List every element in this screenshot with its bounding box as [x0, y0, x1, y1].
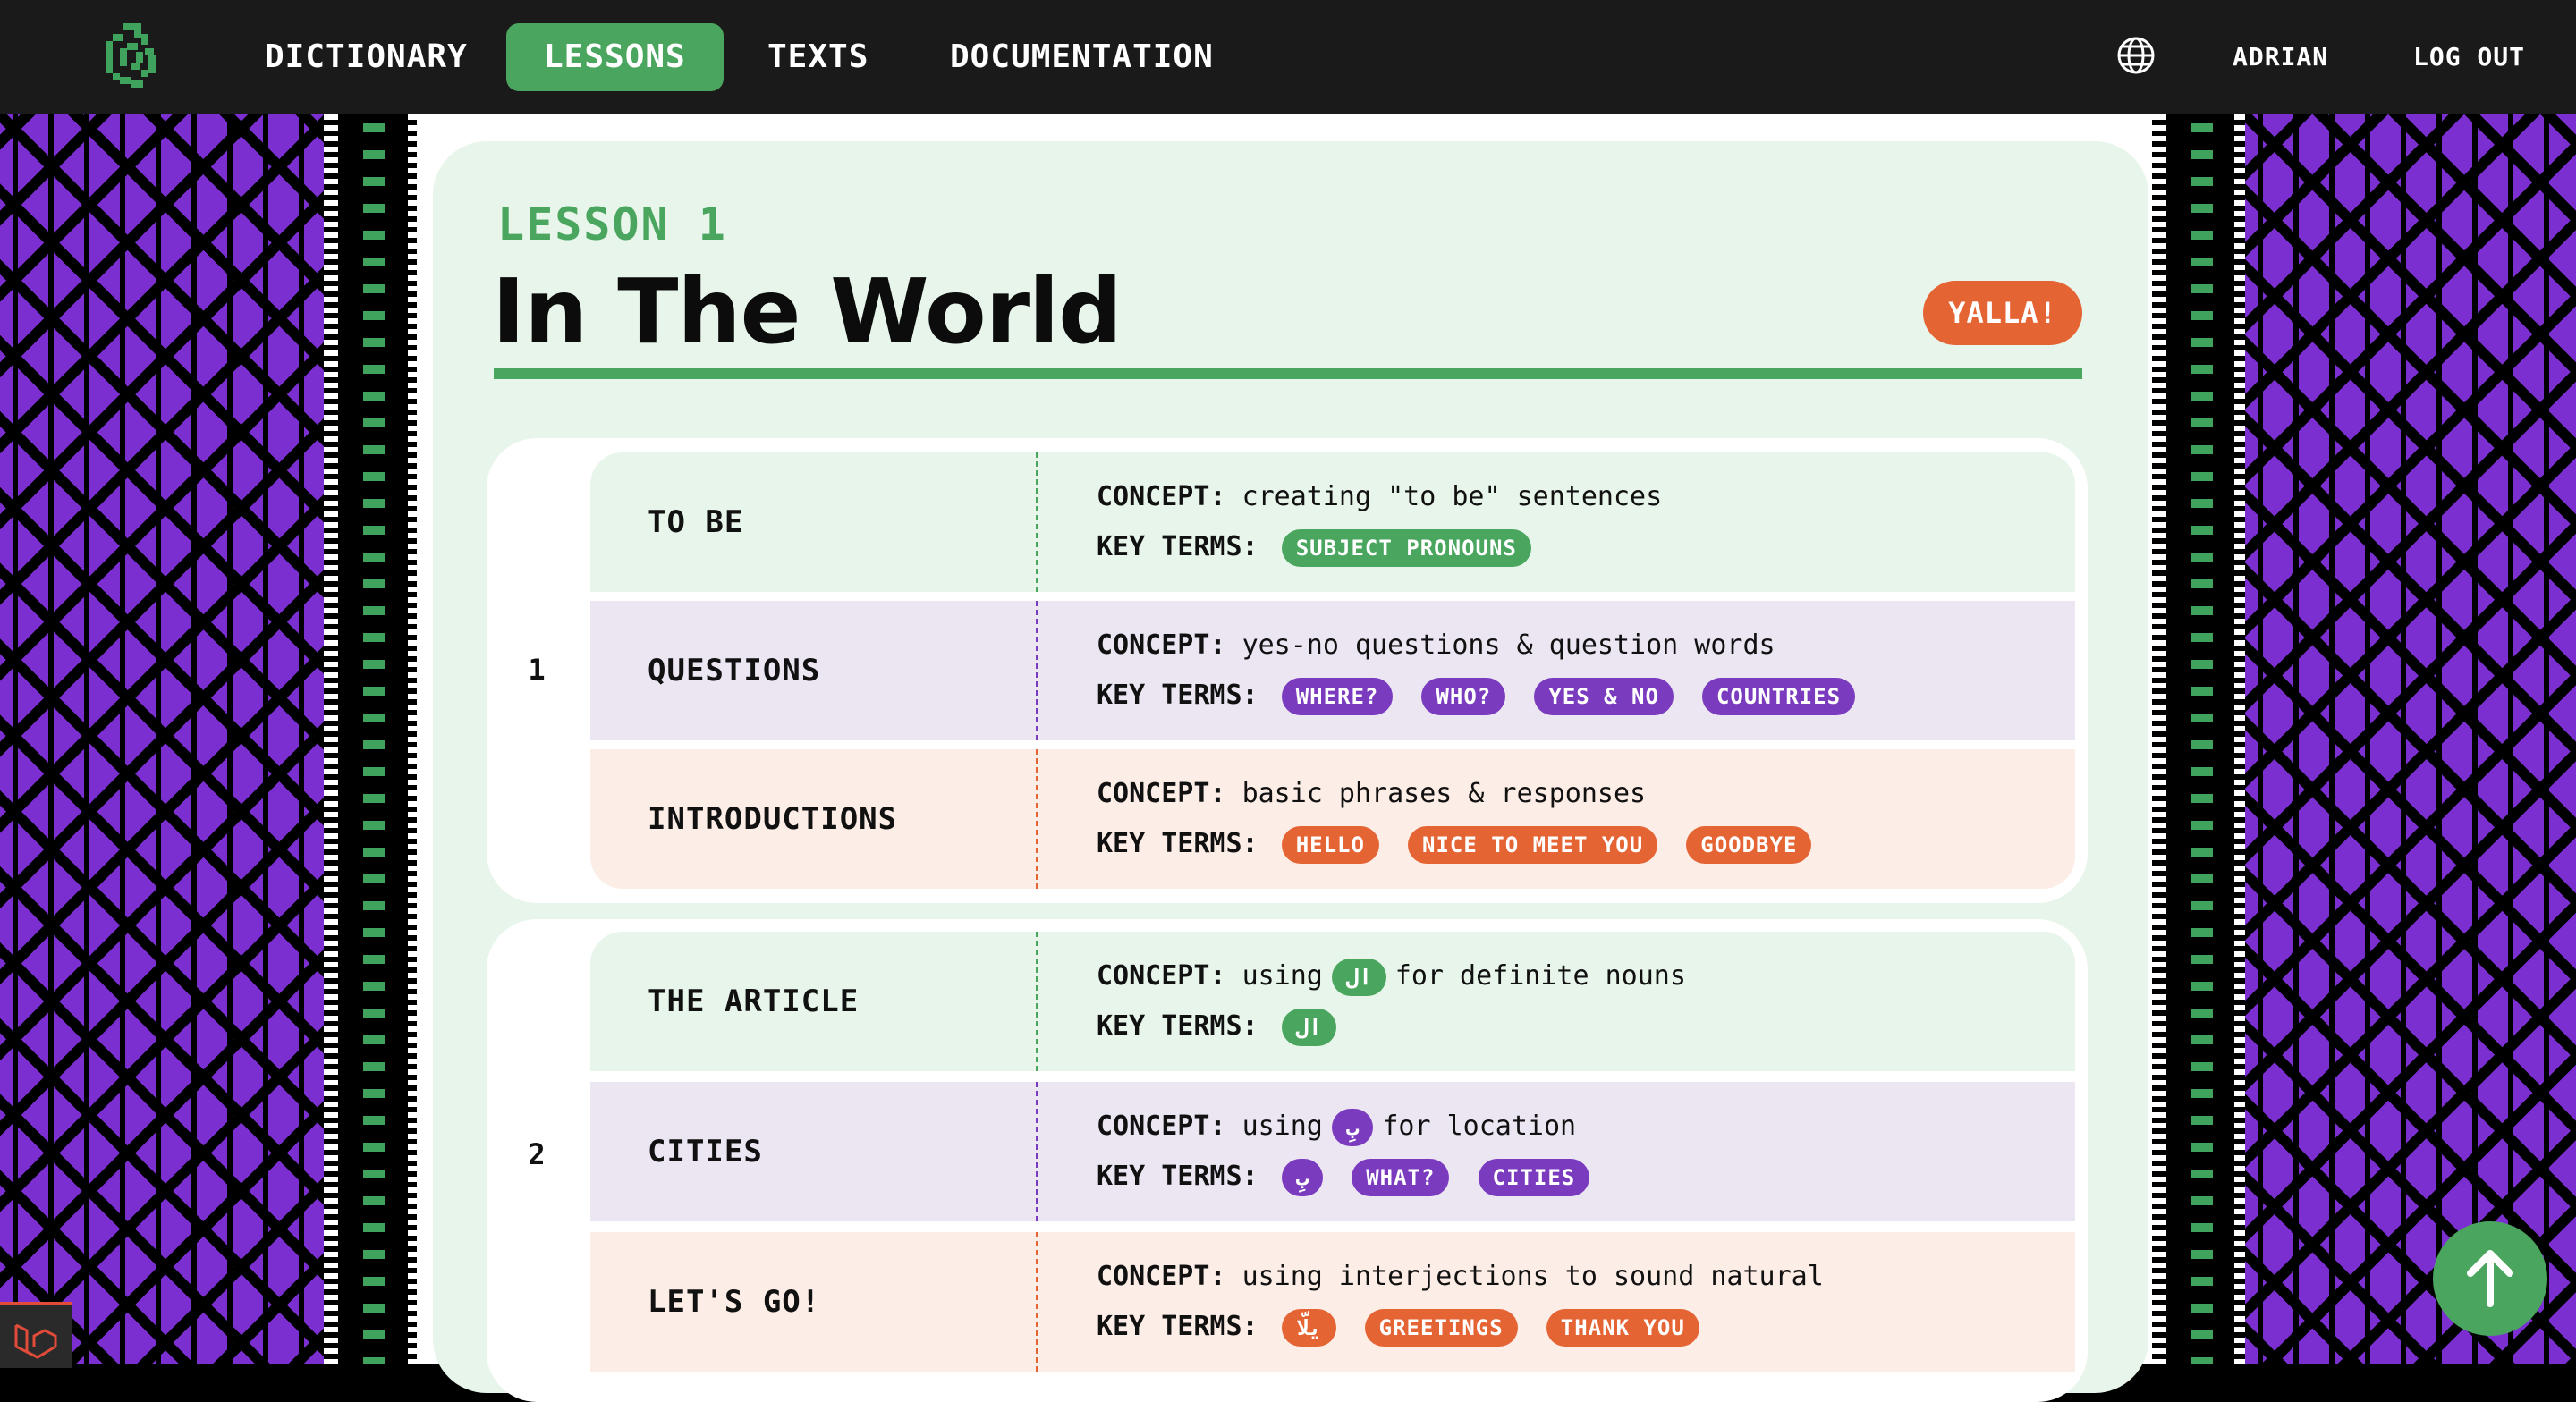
lesson-row-introductions[interactable]: INTRODUCTIONS CONCEPT: basic phrases & r… — [590, 749, 2075, 889]
term-pill[interactable]: SUBJECT PRONOUNS — [1281, 528, 1531, 567]
row-title: LET'S GO! — [648, 1284, 821, 1320]
nav-dictionary[interactable]: DICTIONARY — [227, 23, 505, 91]
key-terms-label: KEY TERMS: — [1097, 1010, 1258, 1042]
concept-text: using — [1241, 1111, 1323, 1142]
term-pill[interactable]: COUNTRIES — [1701, 677, 1856, 715]
row-divider — [1036, 452, 1038, 592]
nav-lessons[interactable]: LESSONS — [506, 23, 724, 91]
logout-link[interactable]: LOG OUT — [2413, 23, 2525, 91]
user-menu[interactable]: ADRIAN — [2233, 23, 2328, 91]
term-pill[interactable]: NICE TO MEET YOU — [1408, 825, 1658, 864]
concept-text: yes-no questions & question words — [1241, 629, 1775, 661]
concept-text: basic phrases & responses — [1241, 778, 1647, 809]
right-stripe — [2152, 114, 2166, 1364]
concept-line: CONCEPT: yes-no questions & question wor… — [1097, 626, 1775, 665]
debug-badge[interactable] — [0, 1302, 72, 1368]
term-pill[interactable]: WHERE? — [1281, 677, 1394, 715]
key-terms-line: KEY TERMS: يلّا GREETINGS THANK YOU — [1097, 1307, 1699, 1347]
row-title: TO BE — [648, 504, 744, 540]
lesson-row-cities[interactable]: CITIES CONCEPT: using بِ for location KEY … — [590, 1082, 2075, 1221]
arrow-up-icon — [2467, 1250, 2513, 1307]
title-underline — [494, 368, 2082, 379]
concept-pill[interactable]: ال — [1331, 958, 1386, 996]
row-divider — [1036, 932, 1038, 1071]
term-pill[interactable]: HELLO — [1281, 825, 1379, 864]
term-pill[interactable]: GREETINGS — [1364, 1308, 1518, 1347]
term-pill[interactable]: GOODBYE — [1686, 825, 1812, 864]
row-divider — [1036, 601, 1038, 740]
row-title: CITIES — [648, 1134, 763, 1170]
lesson-row-to-be[interactable]: TO BE CONCEPT: creating "to be" sentence… — [590, 452, 2075, 592]
nav-texts[interactable]: TEXTS — [730, 23, 906, 91]
key-terms-line: KEY TERMS: SUBJECT PRONOUNS — [1097, 528, 1531, 567]
term-pill[interactable]: CITIES — [1478, 1158, 1590, 1196]
key-terms-line: KEY TERMS: HELLO NICE TO MEET YOU GOODBY… — [1097, 824, 1812, 864]
unit-group-2: 2 THE ARTICLE CONCEPT: using ال for defini… — [487, 919, 2088, 1402]
lesson-row-questions[interactable]: QUESTIONS CONCEPT: yes-no questions & qu… — [590, 601, 2075, 740]
row-divider — [1036, 1082, 1038, 1221]
unit-group-1: 1 TO BE CONCEPT: creating "to be" senten… — [487, 438, 2088, 903]
right-stripe — [2166, 114, 2179, 1364]
term-pill[interactable]: ال — [1281, 1008, 1336, 1046]
left-green-stripe — [351, 114, 397, 1364]
nav-documentation[interactable]: DOCUMENTATION — [912, 23, 1251, 91]
concept-label: CONCEPT: — [1097, 1111, 1226, 1142]
row-divider — [1036, 749, 1038, 889]
row-title: THE ARTICLE — [648, 984, 860, 1019]
concept-label: CONCEPT: — [1097, 1261, 1226, 1292]
scroll-top-button[interactable] — [2433, 1221, 2547, 1336]
key-terms-line: KEY TERMS: ال — [1097, 1007, 1336, 1046]
unit-number: 2 — [528, 1137, 546, 1171]
key-terms-line: KEY TERMS: بِ WHAT? CITIES — [1097, 1157, 1590, 1196]
left-stripe — [338, 114, 351, 1364]
concept-label: CONCEPT: — [1097, 481, 1226, 512]
concept-line: CONCEPT: using ال for definite nouns — [1097, 957, 1686, 996]
concept-text: using — [1241, 960, 1323, 992]
yalla-button[interactable]: YALLA! — [1923, 281, 2082, 345]
concept-line: CONCEPT: using interjections to sound na… — [1097, 1257, 1824, 1296]
row-title: INTRODUCTIONS — [648, 801, 898, 837]
key-terms-line: KEY TERMS: WHERE? WHO? YES & NO COUNTRIE… — [1097, 676, 1856, 715]
key-terms-label: KEY TERMS: — [1097, 828, 1258, 859]
term-pill[interactable]: THANK YOU — [1546, 1308, 1699, 1347]
concept-text: using interjections to sound natural — [1241, 1261, 1824, 1292]
lesson-title: In The World — [492, 259, 1123, 364]
term-pill[interactable]: WHAT? — [1352, 1158, 1450, 1196]
term-pill[interactable]: بِ — [1281, 1158, 1324, 1196]
key-terms-label: KEY TERMS: — [1097, 531, 1258, 562]
concept-label: CONCEPT: — [1097, 629, 1226, 661]
concept-line: CONCEPT: creating "to be" sentences — [1097, 477, 1662, 517]
concept-line: CONCEPT: using بِ for location — [1097, 1107, 1576, 1146]
unit-number: 1 — [528, 653, 546, 687]
spiral-logo-icon[interactable] — [104, 23, 161, 91]
concept-text: creating "to be" sentences — [1241, 481, 1663, 512]
key-terms-label: KEY TERMS: — [1097, 680, 1258, 711]
term-pill[interactable]: يلّا — [1281, 1308, 1336, 1347]
concept-label: CONCEPT: — [1097, 960, 1226, 992]
right-green-stripe — [2179, 114, 2225, 1364]
left-stripe — [417, 114, 428, 1364]
left-pattern-border — [0, 114, 331, 1364]
right-pattern-border — [2245, 114, 2576, 1364]
key-terms-label: KEY TERMS: — [1097, 1311, 1258, 1342]
framework-logo-icon — [14, 1323, 57, 1359]
row-title: QUESTIONS — [648, 653, 821, 688]
term-pill[interactable]: YES & NO — [1534, 677, 1674, 715]
concept-pill[interactable]: بِ — [1331, 1108, 1374, 1146]
concept-line: CONCEPT: basic phrases & responses — [1097, 774, 1646, 814]
globe-icon[interactable] — [2116, 36, 2156, 75]
key-terms-label: KEY TERMS: — [1097, 1161, 1258, 1192]
left-stripe — [324, 114, 338, 1364]
lesson-row-the-article[interactable]: THE ARTICLE CONCEPT: using ال for definite… — [590, 932, 2075, 1071]
concept-text: for location — [1382, 1111, 1577, 1142]
concept-label: CONCEPT: — [1097, 778, 1226, 809]
top-navbar: DICTIONARY LESSONS TEXTS DOCUMENTATION A… — [0, 0, 2576, 114]
concept-text: for definite nouns — [1394, 960, 1686, 992]
row-divider — [1036, 1232, 1038, 1372]
term-pill[interactable]: WHO? — [1421, 677, 1506, 715]
lesson-label: LESSON 1 — [497, 198, 727, 250]
lesson-row-lets-go[interactable]: LET'S GO! CONCEPT: using interjections t… — [590, 1232, 2075, 1372]
